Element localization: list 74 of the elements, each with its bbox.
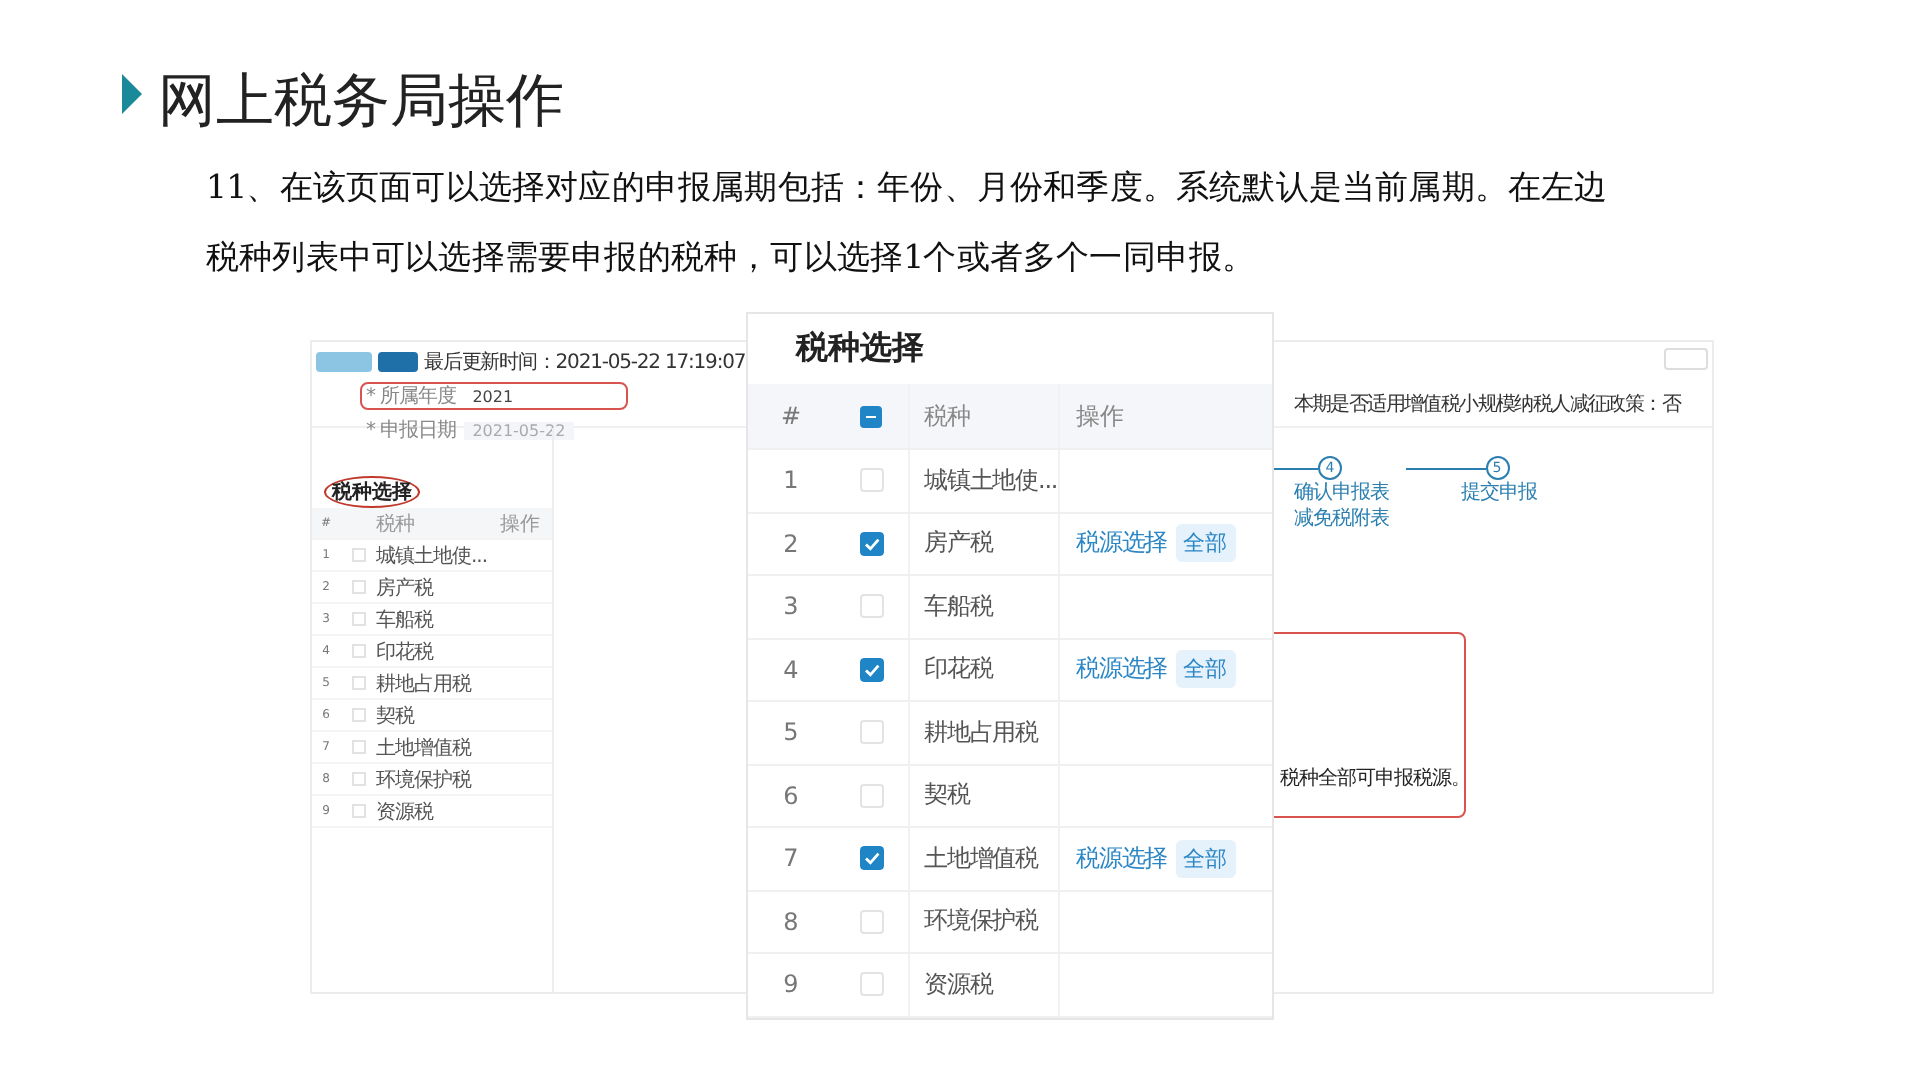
row-number: 6 (781, 781, 801, 810)
all-button[interactable]: 全部 (1175, 839, 1236, 878)
slide-title: 网上税务局操作 (158, 64, 564, 138)
tax-name: 环境保护税 (376, 767, 474, 793)
corner-button[interactable] (1664, 348, 1708, 370)
checkbox[interactable] (351, 772, 365, 786)
checkbox[interactable] (351, 740, 365, 754)
checkbox[interactable] (859, 972, 883, 997)
source-select-link[interactable]: 税源选择 (1076, 526, 1168, 561)
tax-name: 耕地占用税 (376, 671, 474, 697)
checkbox[interactable] (351, 644, 365, 658)
tax-name: 车船税 (910, 576, 1060, 637)
tax-name: 车船税 (376, 607, 436, 633)
source-select-link[interactable]: 税源选择 (1076, 841, 1168, 876)
callout-text: 税种全部可申报税源。 (1280, 765, 1470, 792)
tax-name: 环境保护税 (910, 891, 1060, 952)
tax-name: 资源税 (376, 799, 436, 825)
checkbox[interactable] (351, 548, 365, 562)
tax-name: 房产税 (910, 513, 1060, 574)
triangle-marker-icon (122, 74, 142, 114)
checkbox[interactable] (859, 846, 883, 871)
tax-name: 土地增值税 (910, 828, 1060, 889)
row-number: 3 (781, 592, 801, 621)
tax-name: 城镇土地使... (376, 543, 490, 569)
checkbox[interactable] (351, 612, 365, 626)
step-label[interactable]: 提交申报 (1461, 480, 1537, 506)
checkbox[interactable] (859, 783, 883, 808)
column-header: 操作 (500, 511, 542, 537)
tax-name: 印花税 (910, 639, 1060, 700)
all-button[interactable]: 全部 (1175, 524, 1236, 563)
checkbox[interactable] (859, 468, 883, 493)
checkbox[interactable] (351, 676, 365, 690)
checkbox[interactable] (351, 708, 365, 722)
row-number: 4 (781, 655, 801, 684)
row-number: 9 (781, 970, 801, 999)
row-number: 2 (781, 529, 801, 558)
checkbox[interactable] (859, 594, 883, 619)
tax-name: 资源税 (910, 954, 1060, 1015)
row-number: 1 (781, 466, 801, 495)
column-header: 税种 (910, 384, 1060, 448)
tax-name: 房产税 (376, 575, 436, 601)
tax-name: 契税 (376, 703, 417, 729)
tax-name: 城镇土地使... (910, 450, 1060, 511)
checkbox[interactable] (859, 531, 883, 556)
tax-name: 契税 (910, 765, 1060, 826)
tax-name: 土地增值税 (376, 735, 474, 761)
notice-text: 本期是否适用增值税小规模纳税人减征政策：否 (1293, 391, 1680, 418)
source-select-link[interactable]: 税源选择 (1076, 652, 1168, 687)
column-header: 操作 (1074, 399, 1126, 433)
checkbox[interactable] (859, 657, 883, 682)
date-field[interactable]: 2021 (464, 387, 522, 405)
row-number: 5 (781, 718, 801, 747)
tax-name: 耕地占用税 (910, 702, 1060, 763)
column-header: 税种 (376, 511, 416, 537)
paragraph-line: 税种列表中可以选择需要申报的税种，可以选择1个或者多个一同申报。 (206, 236, 1258, 280)
checkbox[interactable] (859, 909, 883, 934)
field-label: * 申报日期 (366, 417, 457, 444)
toolbar-button[interactable] (316, 352, 372, 372)
row-number: 7 (781, 844, 801, 873)
select-all-checkbox[interactable] (860, 405, 882, 427)
tax-name: 印花税 (376, 639, 436, 665)
popup-title: 税种选择 (793, 326, 926, 370)
paragraph-line: 11、在该页面可以选择对应的申报属期包括：年份、月份和季度。系统默认是当前属期。在左边 (206, 166, 1610, 210)
row-number: 8 (781, 907, 801, 936)
checkbox[interactable] (351, 580, 365, 594)
toolbar-button[interactable] (378, 352, 418, 372)
step-link[interactable]: 减免税附表 (1294, 506, 1389, 532)
field-label: * 所属年度 (366, 383, 457, 410)
all-button[interactable]: 全部 (1175, 650, 1236, 689)
step-label[interactable]: 确认申报表 (1294, 480, 1389, 506)
checkbox[interactable] (859, 720, 883, 745)
checkbox[interactable] (351, 804, 365, 818)
update-time: 最后更新时间：2021-05-22 17:19:07 (424, 349, 746, 376)
column-header: # (778, 402, 804, 430)
